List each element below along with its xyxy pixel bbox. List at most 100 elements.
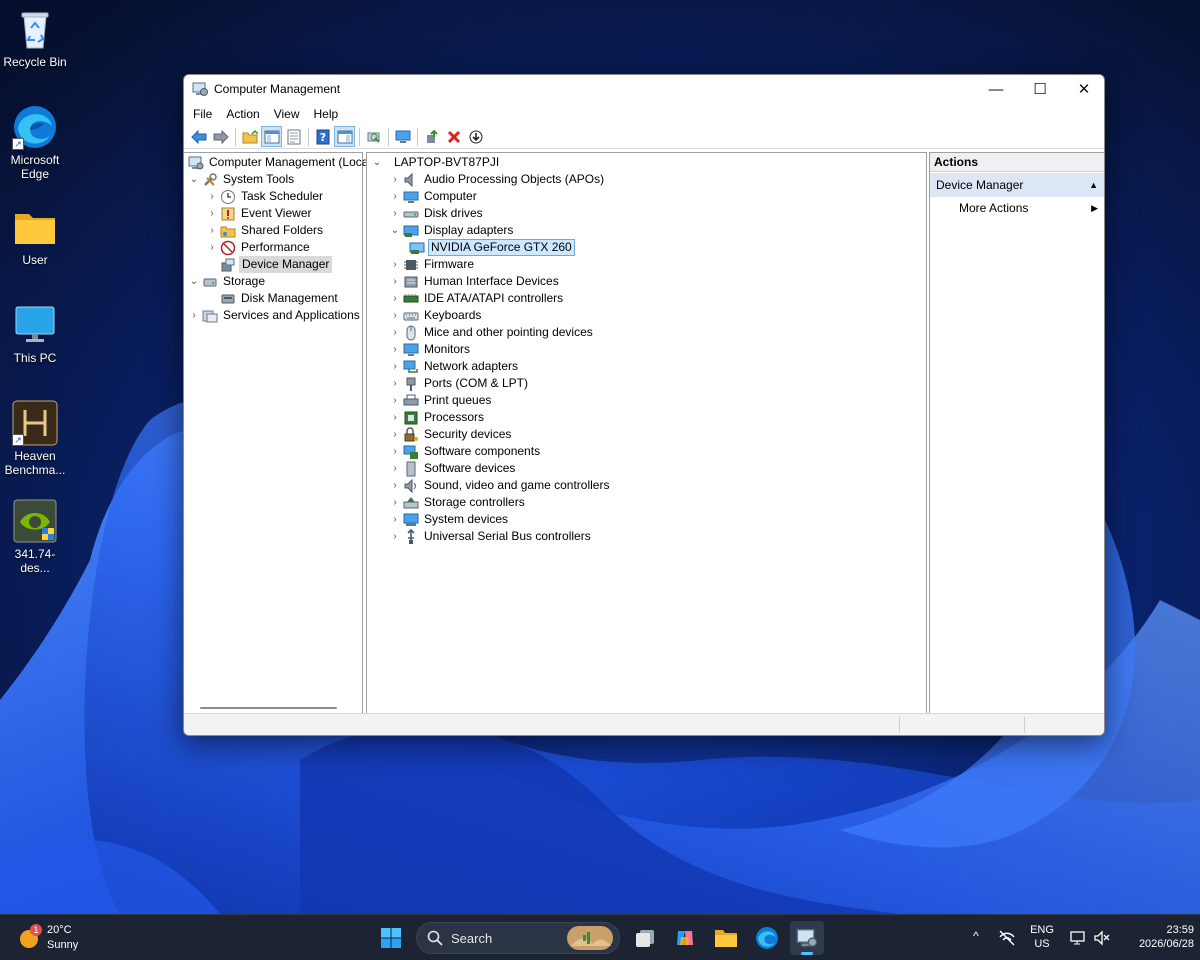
desktop-icon-nvidia-driver[interactable]: 341.74-des... <box>0 498 70 575</box>
device-category-processors[interactable]: › Processors <box>389 409 486 426</box>
back-button[interactable] <box>188 126 209 147</box>
device-category-security-devices[interactable]: › Security devices <box>389 426 513 443</box>
console-tree-pane[interactable]: Computer Management (Local ⌄ System Tool… <box>184 152 371 715</box>
chevron-right-icon[interactable]: › <box>389 511 401 528</box>
device-category-keyboards[interactable]: › Keyboards <box>389 307 483 324</box>
device-category-nvidia-geforce-gtx-260[interactable]: NVIDIA GeForce GTX 260 <box>407 239 575 256</box>
show-hide-action-pane-button[interactable] <box>334 126 355 147</box>
chevron-right-icon[interactable]: › <box>389 290 401 307</box>
device-category-monitors[interactable]: › Monitors <box>389 341 472 358</box>
desktop-icon-user[interactable]: User <box>0 204 70 267</box>
tree-item-event-viewer[interactable]: › Event Viewer <box>206 205 313 222</box>
export-list-button[interactable] <box>283 126 304 147</box>
task-view-button[interactable] <box>628 921 662 955</box>
tree-item-shared-folders[interactable]: › Shared Folders <box>206 222 325 239</box>
device-category-mice-and-other-pointing-devices[interactable]: › Mice and other pointing devices <box>389 324 595 341</box>
tree-item-task-scheduler[interactable]: › Task Scheduler <box>206 188 325 205</box>
help-button[interactable]: ? <box>312 126 333 147</box>
chevron-right-icon[interactable]: › <box>389 443 401 460</box>
chevron-right-icon[interactable]: › <box>389 460 401 477</box>
chevron-right-icon[interactable]: › <box>206 188 218 205</box>
chevron-right-icon[interactable]: › <box>389 273 401 290</box>
device-category-human-interface-devices[interactable]: › Human Interface Devices <box>389 273 561 290</box>
chevron-right-icon[interactable]: › <box>389 341 401 358</box>
start-button[interactable] <box>374 921 408 955</box>
computer-management-taskbar-button[interactable] <box>790 921 824 955</box>
chevron-right-icon[interactable]: › <box>389 188 401 205</box>
tree-item-storage[interactable]: ⌄ Storage <box>188 273 267 290</box>
menu-file[interactable]: File <box>186 107 219 121</box>
tree-item-system-tools[interactable]: ⌄ System Tools <box>188 171 296 188</box>
menu-help[interactable]: Help <box>307 107 346 121</box>
chevron-right-icon[interactable]: › <box>188 307 200 324</box>
device-manager-pane[interactable]: ⌄ LAPTOP-BVT87PJI › Audio Processing Obje… <box>366 152 927 715</box>
tree-item-computer-management[interactable]: Computer Management (Local <box>186 154 373 171</box>
edge-taskbar-button[interactable] <box>750 921 784 955</box>
tree-item-performance[interactable]: › Performance <box>206 239 312 256</box>
clock[interactable]: 23:59 2026/06/28 <box>1118 923 1194 951</box>
update-driver-button[interactable] <box>421 126 442 147</box>
chevron-right-icon[interactable]: › <box>389 494 401 511</box>
chevron-right-icon[interactable]: › <box>389 256 401 273</box>
device-category-software-devices[interactable]: › Software devices <box>389 460 517 477</box>
close-button[interactable]: ✕ <box>1062 75 1104 103</box>
device-category-software-components[interactable]: › Software components <box>389 443 542 460</box>
disable-device-button[interactable] <box>465 126 486 147</box>
horizontal-scrollbar[interactable] <box>200 707 337 709</box>
device-category-disk-drives[interactable]: › Disk drives <box>389 205 485 222</box>
up-one-level-button[interactable] <box>239 126 260 147</box>
device-category-ports-com-lpt[interactable]: › Ports (COM & LPT) <box>389 375 530 392</box>
chevron-right-icon[interactable]: › <box>389 307 401 324</box>
chevron-down-icon[interactable]: ⌄ <box>188 273 200 290</box>
menu-view[interactable]: View <box>267 107 307 121</box>
device-category-sound-video-and-game-controllers[interactable]: › Sound, video and game controllers <box>389 477 611 494</box>
chevron-right-icon[interactable]: › <box>389 426 401 443</box>
desktop-icon-this-pc[interactable]: This PC <box>0 302 70 365</box>
chevron-right-icon[interactable]: › <box>206 239 218 256</box>
chevron-right-icon[interactable]: › <box>389 358 401 375</box>
desktop-icon-recycle-bin[interactable]: Recycle Bin <box>0 6 70 69</box>
device-category-display-adapters[interactable]: ⌄ Display adapters <box>389 222 515 239</box>
network-disconnected-icon[interactable] <box>998 929 1016 947</box>
desktop-icon-edge[interactable]: ↗ Microsoft Edge <box>0 104 70 181</box>
device-category-audio-processing-objects-apos[interactable]: › Audio Processing Objects (APOs) <box>389 171 606 188</box>
device-tree-root[interactable]: ⌄ LAPTOP-BVT87PJI <box>371 154 501 171</box>
uninstall-device-button[interactable] <box>443 126 464 147</box>
chevron-right-icon[interactable]: › <box>206 222 218 239</box>
device-category-computer[interactable]: › Computer <box>389 188 479 205</box>
display-icon[interactable] <box>1069 929 1087 947</box>
show-hidden-icons-button[interactable]: ^ <box>968 929 984 945</box>
device-category-storage-controllers[interactable]: › Storage controllers <box>389 494 527 511</box>
chevron-right-icon[interactable]: › <box>389 324 401 341</box>
language-indicator[interactable]: ENG US <box>1026 923 1058 951</box>
menu-action[interactable]: Action <box>219 107 266 121</box>
chevron-right-icon[interactable]: › <box>389 528 401 545</box>
show-hide-console-tree-button[interactable] <box>261 126 282 147</box>
chevron-right-icon[interactable]: › <box>389 392 401 409</box>
weather-widget[interactable]: 1 20°C Sunny <box>14 924 94 954</box>
device-properties-button[interactable] <box>392 126 413 147</box>
more-actions-item[interactable]: More Actions ▶ <box>930 197 1104 219</box>
device-category-system-devices[interactable]: › System devices <box>389 511 510 528</box>
maximize-button[interactable]: ☐ <box>1018 75 1062 103</box>
minimize-button[interactable]: — <box>974 75 1018 103</box>
forward-button[interactable] <box>210 126 231 147</box>
chevron-down-icon[interactable]: ⌄ <box>371 154 383 171</box>
device-category-network-adapters[interactable]: › Network adapters <box>389 358 520 375</box>
volume-muted-icon[interactable] <box>1093 929 1111 947</box>
title-bar[interactable]: Computer Management — ☐ ✕ <box>184 75 1104 103</box>
copilot-button[interactable] <box>668 921 702 955</box>
actions-section-device-manager[interactable]: Device Manager ▲ <box>930 173 1104 197</box>
device-category-ide-ata-atapi-controllers[interactable]: › IDE ATA/ATAPI controllers <box>389 290 565 307</box>
chevron-right-icon[interactable]: › <box>206 205 218 222</box>
scan-hardware-button[interactable] <box>363 126 384 147</box>
chevron-down-icon[interactable]: ⌄ <box>188 171 200 188</box>
chevron-right-icon[interactable]: › <box>389 409 401 426</box>
chevron-right-icon[interactable]: › <box>389 171 401 188</box>
file-explorer-button[interactable] <box>709 921 743 955</box>
desktop-icon-heaven-benchmark[interactable]: ↗ Heaven Benchma... <box>0 400 70 477</box>
tree-item-disk-management[interactable]: Disk Management <box>218 290 340 307</box>
device-category-firmware[interactable]: › Firmware <box>389 256 476 273</box>
tree-item-services-applications[interactable]: › Services and Applications <box>188 307 362 324</box>
chevron-right-icon[interactable]: › <box>389 205 401 222</box>
